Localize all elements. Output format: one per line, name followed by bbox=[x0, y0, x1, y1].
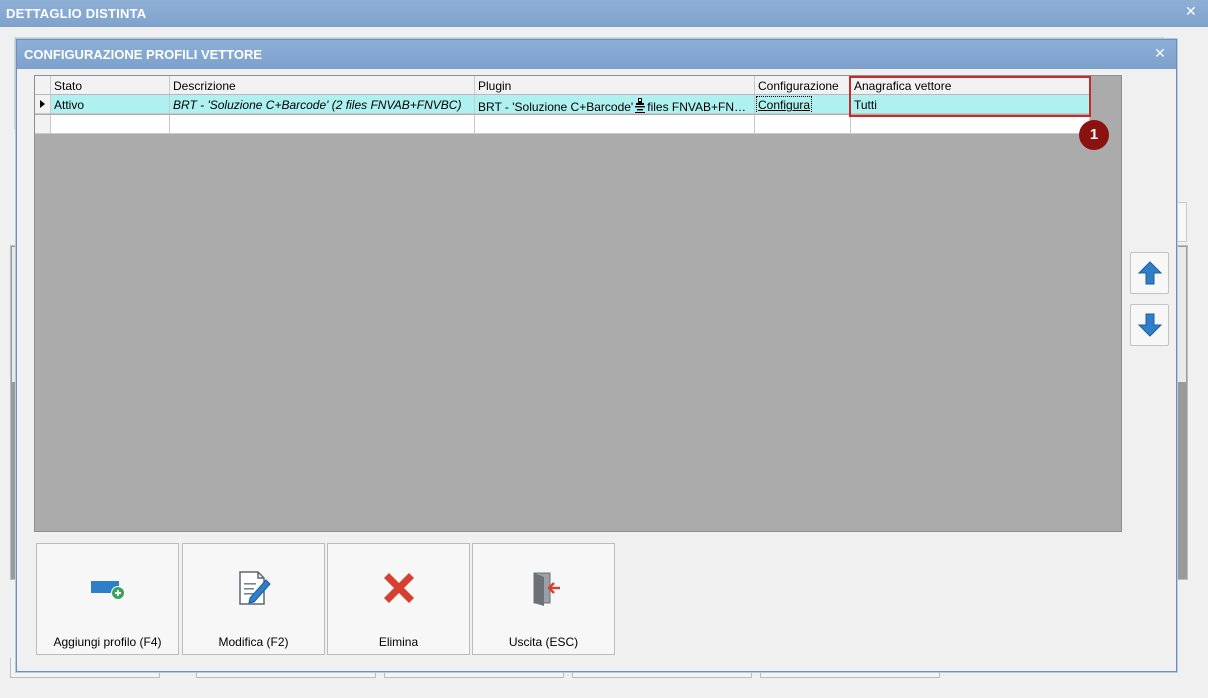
cell-stato[interactable]: Attivo bbox=[51, 95, 170, 113]
cell-plugin-text: BRT - 'Soluzione C+Barcode' bbox=[478, 100, 634, 113]
arrow-down-icon bbox=[1137, 313, 1163, 337]
background-side-control bbox=[1176, 202, 1187, 242]
cell-plugin[interactable]: BRT - 'Soluzione C+Barcode' files FNVAB+F… bbox=[475, 95, 755, 113]
annotation-badge: 1 bbox=[1079, 120, 1109, 150]
close-icon[interactable]: ✕ bbox=[1153, 46, 1167, 60]
column-header-configurazione[interactable]: Configurazione bbox=[755, 76, 851, 94]
move-up-button[interactable] bbox=[1130, 252, 1169, 294]
plug-icon bbox=[635, 98, 646, 113]
dialog-titlebar: CONFIGURAZIONE PROFILI VETTORE ✕ bbox=[17, 40, 1176, 69]
add-profile-label: Aggiungi profilo (F4) bbox=[53, 635, 162, 649]
delete-icon bbox=[383, 573, 414, 603]
cell-anagrafica-vettore[interactable]: Tutti bbox=[851, 95, 1090, 113]
edit-button[interactable]: Modifica (F2) bbox=[182, 543, 325, 655]
column-header-stato[interactable]: Stato bbox=[51, 76, 170, 94]
column-header-plugin[interactable]: Plugin bbox=[475, 76, 755, 94]
column-header-anagrafica-vettore[interactable]: Anagrafica vettore bbox=[851, 76, 1090, 94]
exit-button[interactable]: Uscita (ESC) bbox=[472, 543, 615, 655]
exit-label: Uscita (ESC) bbox=[508, 635, 579, 649]
delete-button[interactable]: Elimina bbox=[327, 543, 470, 655]
configura-link-text[interactable]: Configura bbox=[755, 96, 813, 113]
table-row[interactable]: Attivo BRT - 'Soluzione C+Barcode' (2 fi… bbox=[35, 95, 1090, 114]
add-profile-icon bbox=[90, 581, 125, 600]
dialog-title: CONFIGURAZIONE PROFILI VETTORE bbox=[24, 47, 263, 62]
background-window-title: DETTAGLIO DISTINTA bbox=[6, 6, 147, 21]
exit-door-icon bbox=[533, 572, 560, 606]
cell-empty[interactable] bbox=[51, 115, 170, 133]
cell-plugin-suffix: files FNVAB+FNVBC bbox=[647, 100, 755, 113]
cell-empty[interactable] bbox=[851, 115, 1090, 133]
delete-label: Elimina bbox=[378, 635, 419, 649]
cell-empty[interactable] bbox=[755, 115, 851, 133]
background-window-titlebar: DETTAGLIO DISTINTA ✕ bbox=[0, 0, 1208, 27]
add-profile-button[interactable]: Aggiungi profilo (F4) bbox=[36, 543, 179, 655]
cell-empty[interactable] bbox=[475, 115, 755, 133]
column-header-descrizione[interactable]: Descrizione bbox=[170, 76, 475, 94]
row-selector[interactable] bbox=[35, 95, 51, 113]
row-selector[interactable] bbox=[35, 115, 51, 133]
current-row-icon bbox=[40, 100, 45, 108]
cell-descrizione[interactable]: BRT - 'Soluzione C+Barcode' (2 files FNV… bbox=[170, 95, 475, 113]
grid-header: Stato Descrizione Plugin Configurazione … bbox=[35, 76, 1090, 95]
configurazione-profili-dialog: CONFIGURAZIONE PROFILI VETTORE ✕ Stato D… bbox=[16, 39, 1177, 672]
close-icon[interactable]: ✕ bbox=[1184, 4, 1198, 18]
arrow-up-icon bbox=[1137, 261, 1163, 285]
cell-empty[interactable] bbox=[170, 115, 475, 133]
edit-document-icon bbox=[238, 571, 271, 605]
configura-link[interactable]: Configura bbox=[755, 95, 851, 113]
profiles-grid: Stato Descrizione Plugin Configurazione … bbox=[34, 75, 1122, 532]
row-selector-header bbox=[35, 76, 51, 94]
move-down-button[interactable] bbox=[1130, 304, 1169, 346]
new-row[interactable] bbox=[35, 115, 1090, 134]
edit-label: Modifica (F2) bbox=[218, 635, 289, 649]
